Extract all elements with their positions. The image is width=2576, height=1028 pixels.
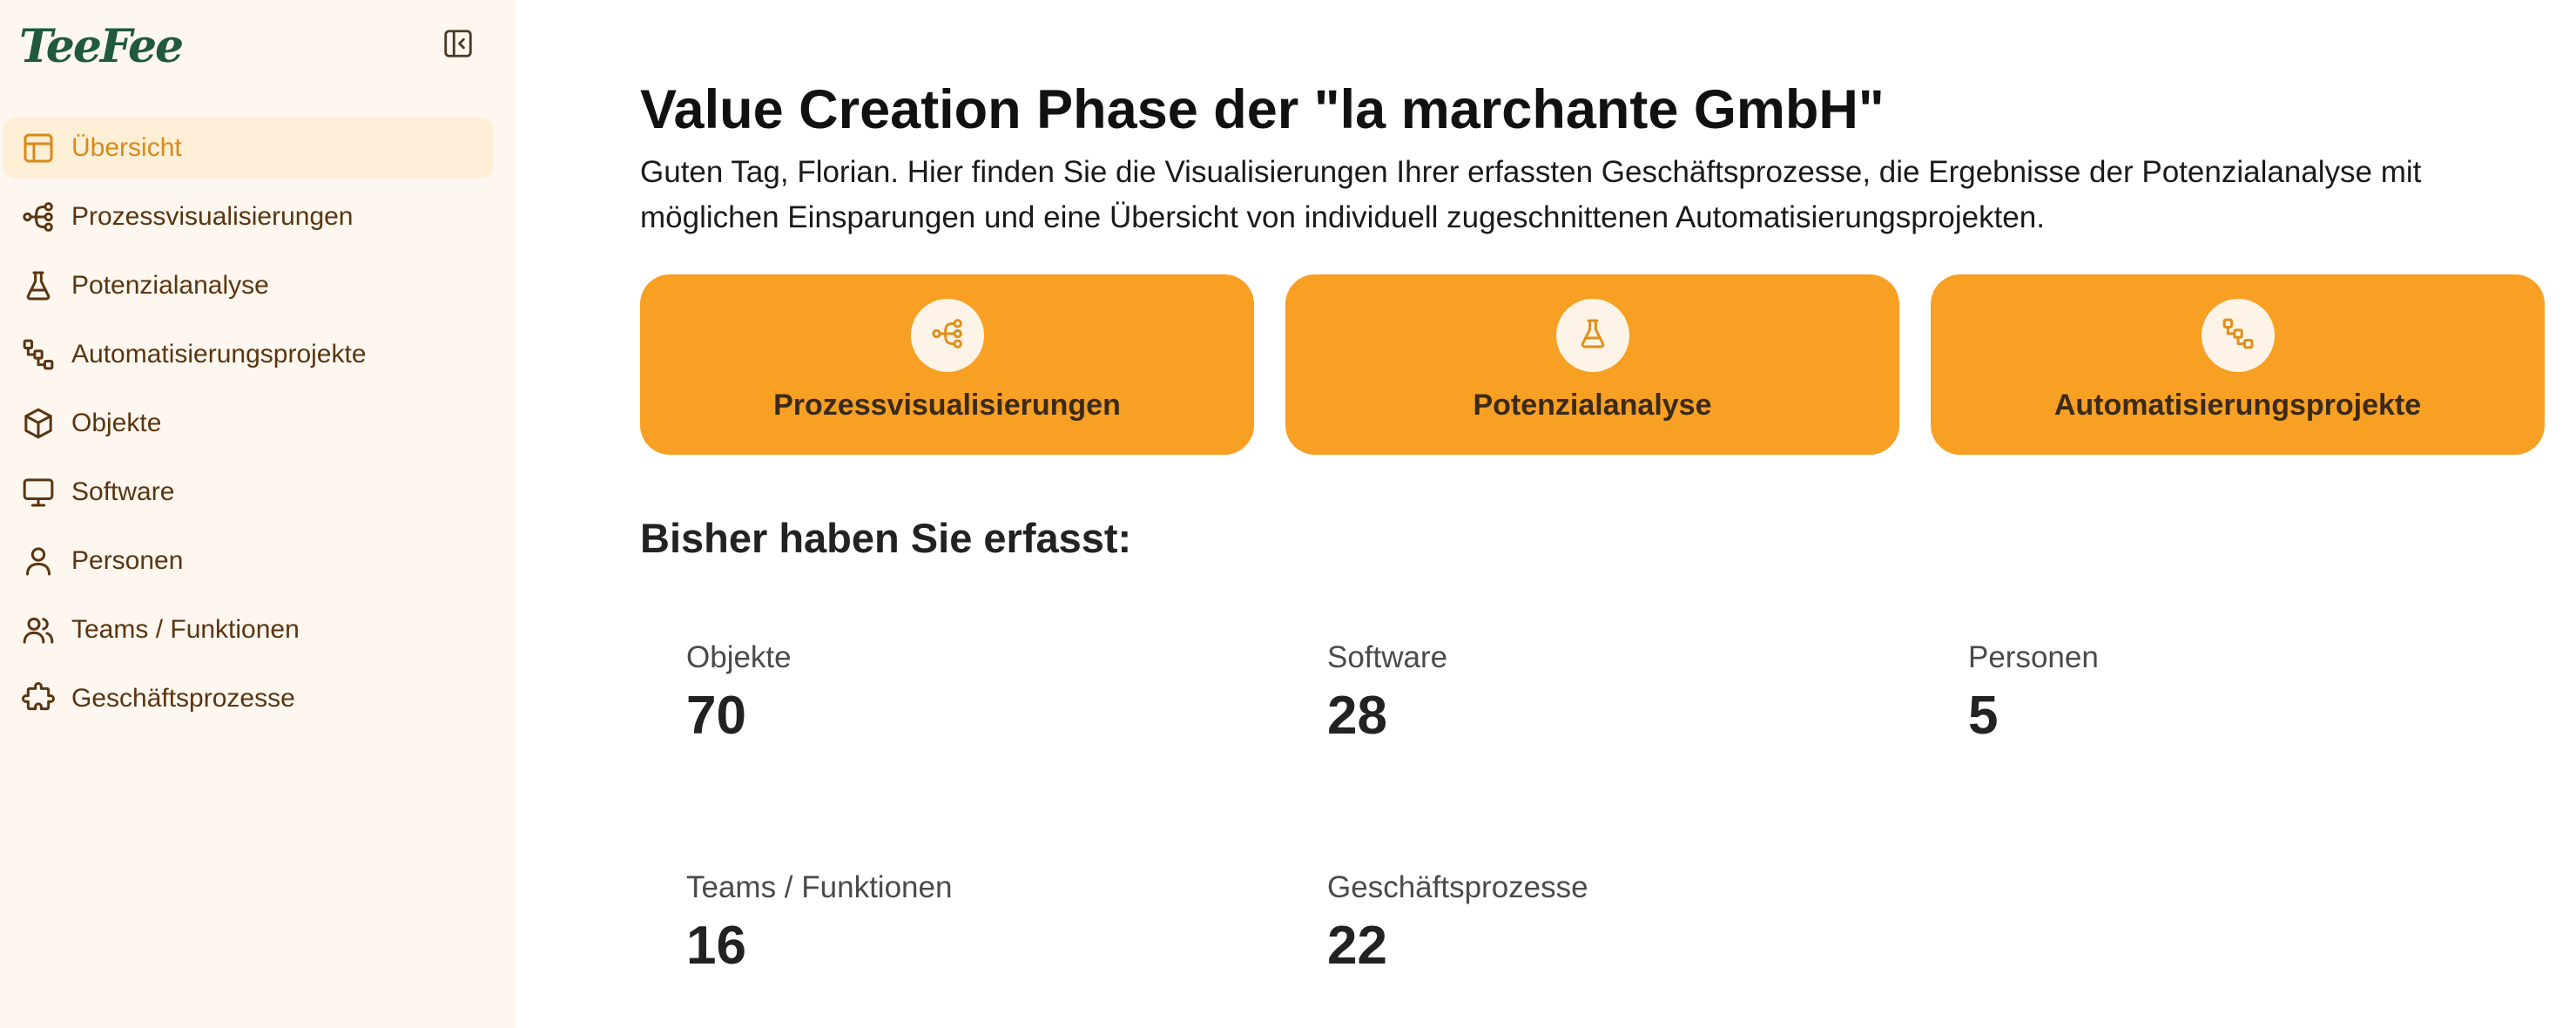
card-icon-badge: [1555, 299, 1629, 372]
share-nodes-icon: [930, 316, 965, 355]
sidebar-item-potenzialanalyse[interactable]: Potenzialanalyse: [3, 255, 493, 316]
card-label: Potenzialanalyse: [1473, 389, 1712, 422]
sidebar-item-label: Übersicht: [71, 133, 182, 162]
user-icon: [19, 542, 57, 580]
section-title: Bisher haben Sie erfasst:: [640, 515, 1132, 561]
card-potenzialanalyse[interactable]: Potenzialanalyse: [1285, 274, 1899, 455]
stat-objekte: Objekte 70: [686, 639, 1209, 751]
card-icon-badge: [910, 299, 984, 372]
stat-label: Software: [1327, 640, 1448, 674]
stat-software: Software 28: [1327, 639, 1850, 751]
share-nodes-icon: [19, 198, 57, 236]
card-label: Automatisierungsprojekte: [2053, 389, 2422, 422]
stat-label: Teams / Funktionen: [686, 870, 953, 904]
stat-value: 16: [686, 916, 746, 976]
sidebar-item-label: Automatisierungsprojekte: [71, 340, 367, 369]
sidebar-item-label: Potenzialanalyse: [71, 271, 269, 300]
workflow-icon: [19, 335, 57, 374]
sidebar-item-label: Software: [71, 477, 175, 506]
puzzle-icon: [19, 680, 57, 718]
box-icon: [19, 404, 57, 443]
sidebar: TeeFee Übersicht Prozessvisualisierungen…: [0, 0, 516, 1028]
flask-icon: [1575, 316, 1610, 355]
stat-geschaeftsprozesse: Geschäftsprozesse 22: [1327, 869, 1850, 981]
quick-links: Prozessvisualisierungen Potenzialanalyse: [640, 274, 2546, 455]
users-icon: [19, 611, 57, 649]
card-automatisierungsprojekte[interactable]: Automatisierungsprojekte: [1931, 274, 2545, 455]
sidebar-item-teams-funktionen[interactable]: Teams / Funktionen: [3, 599, 493, 660]
layout-icon: [19, 129, 57, 167]
stat-value: 22: [1327, 916, 1387, 976]
panel-collapse-icon: [442, 27, 475, 64]
page-title: Value Creation Phase der "la marchante G…: [640, 79, 1885, 140]
card-label: Prozessvisualisierungen: [773, 389, 1121, 422]
stat-teams-funktionen: Teams / Funktionen 16: [686, 869, 1209, 981]
sidebar-item-label: Objekte: [71, 409, 162, 437]
main-content: Value Creation Phase der "la marchante G…: [640, 0, 2547, 1028]
sidebar-item-label: Personen: [71, 546, 184, 575]
sidebar-item-objekte[interactable]: Objekte: [3, 393, 493, 454]
intro-text: Guten Tag, Florian. Hier finden Sie die …: [640, 155, 2422, 234]
stat-label: Objekte: [686, 640, 792, 674]
sidebar-item-label: Prozessvisualisierungen: [71, 202, 354, 231]
sidebar-nav: Übersicht Prozessvisualisierungen Potenz…: [3, 118, 493, 737]
stat-value: 70: [686, 686, 746, 746]
card-prozessvisualisierungen[interactable]: Prozessvisualisierungen: [640, 274, 1254, 455]
stat-label: Geschäftsprozesse: [1327, 870, 1588, 904]
monitor-icon: [19, 473, 57, 511]
sidebar-item-uebersicht[interactable]: Übersicht: [3, 118, 493, 179]
brand-logo[interactable]: TeeFee: [19, 19, 184, 75]
sidebar-item-software[interactable]: Software: [3, 462, 493, 523]
sidebar-item-prozessvisualisierungen[interactable]: Prozessvisualisierungen: [3, 186, 493, 247]
sidebar-item-automatisierungsprojekte[interactable]: Automatisierungsprojekte: [3, 324, 493, 385]
sidebar-item-label: Teams / Funktionen: [71, 615, 300, 644]
stat-label: Personen: [1968, 640, 2099, 674]
sidebar-collapse-button[interactable]: [441, 28, 475, 63]
sidebar-item-personen[interactable]: Personen: [3, 531, 493, 592]
stat-value: 5: [1968, 686, 1999, 746]
card-icon-badge: [2201, 299, 2275, 372]
sidebar-item-label: Geschäftsprozesse: [71, 684, 295, 713]
stat-value: 28: [1327, 686, 1387, 746]
flask-icon: [19, 267, 57, 305]
sidebar-item-geschaeftsprozesse[interactable]: Geschäftsprozesse: [3, 668, 493, 729]
workflow-icon: [2221, 316, 2256, 355]
stat-personen: Personen 5: [1968, 639, 2491, 751]
